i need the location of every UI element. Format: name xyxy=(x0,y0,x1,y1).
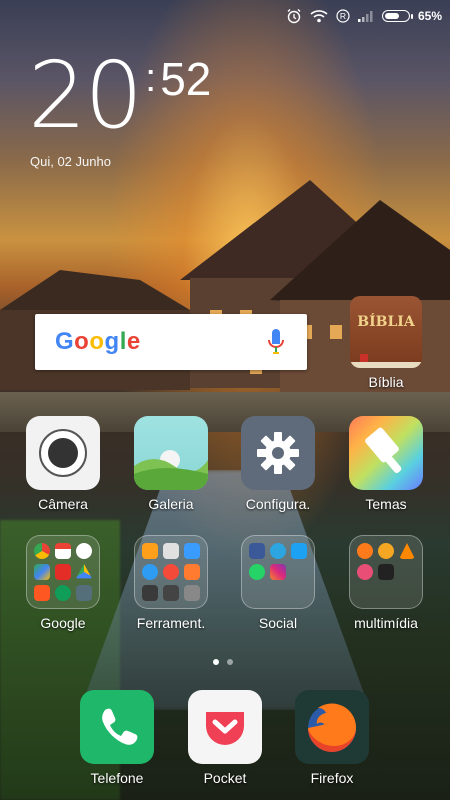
mic-icon[interactable] xyxy=(267,328,285,361)
mail-icon xyxy=(163,543,179,559)
settings-google-icon xyxy=(76,585,92,601)
page-dot-2[interactable] xyxy=(227,659,233,665)
app-label: Firefox xyxy=(310,770,354,786)
bible-pages-edge xyxy=(350,362,422,368)
folder-ferramentas-icons xyxy=(134,535,208,609)
pocket-icon xyxy=(188,690,262,764)
app-label: Pocket xyxy=(203,770,247,786)
page-dot-1[interactable] xyxy=(213,659,219,665)
google-logo-letter: o xyxy=(89,328,105,355)
chrome-icon xyxy=(34,543,50,559)
facebook-icon xyxy=(249,543,265,559)
signal-icon xyxy=(357,10,374,22)
google-logo-letter: e xyxy=(126,328,141,355)
notes-icon xyxy=(142,585,158,601)
dock-firefox[interactable]: Firefox xyxy=(287,690,377,786)
wifi-icon xyxy=(310,9,328,23)
folder-label: Google xyxy=(40,615,86,631)
folder-mini-icon xyxy=(184,585,200,601)
registered-icon: R xyxy=(336,9,350,23)
firefox-icon xyxy=(295,690,369,764)
youtube-icon xyxy=(55,564,71,580)
app-label: Galeria xyxy=(148,496,194,512)
gallery-icon xyxy=(134,416,208,490)
app-configuracoes[interactable]: Configura. xyxy=(233,416,323,512)
clock-hour: 20 xyxy=(28,42,143,149)
maps-icon xyxy=(34,564,50,580)
clock-colon: : xyxy=(145,56,157,100)
folder-google-icons xyxy=(26,535,100,609)
instagram-icon xyxy=(270,564,286,580)
compass-icon xyxy=(142,564,158,580)
mic-icon xyxy=(76,543,92,559)
svg-text:R: R xyxy=(340,11,346,21)
bible-tile-text: BÍBLIA xyxy=(357,314,415,330)
dock-pocket[interactable]: Pocket xyxy=(180,690,270,786)
google-logo-letter: o xyxy=(74,328,90,355)
podcast-icon xyxy=(357,543,373,559)
emoji-app-icon xyxy=(378,543,394,559)
google-logo-letter: l xyxy=(119,328,127,355)
recorder-icon xyxy=(163,564,179,580)
hangouts-icon xyxy=(55,585,71,601)
scanner-icon xyxy=(163,585,179,601)
gmail-icon xyxy=(55,543,71,559)
folder-multimidia-icons xyxy=(349,535,423,609)
phone-icon xyxy=(80,690,154,764)
folder-multimidia[interactable]: multimídia xyxy=(341,535,431,631)
folder-google[interactable]: Google xyxy=(18,535,108,631)
app-label: Telefone xyxy=(90,770,144,786)
folder-social[interactable]: Social xyxy=(233,535,323,631)
whatsapp-icon xyxy=(249,564,265,580)
page-indicator xyxy=(213,659,233,665)
bible-icon: BÍBLIA xyxy=(350,296,422,368)
twitter-icon xyxy=(291,543,307,559)
camera-lens-inner xyxy=(48,438,78,468)
camera-icon xyxy=(26,416,100,490)
flickr-icon xyxy=(378,564,394,580)
gear-icon xyxy=(241,416,315,490)
folder-label: Ferrament. xyxy=(136,615,206,631)
app-camera[interactable]: Câmera xyxy=(18,416,108,512)
app-label: Bíblia xyxy=(368,374,404,390)
folder-label: multimídia xyxy=(354,615,418,631)
app-label: Câmera xyxy=(38,496,88,512)
folder-social-icons xyxy=(241,535,315,609)
google-logo-letter: G xyxy=(55,328,75,355)
clock-app-icon xyxy=(142,543,158,559)
clock-minute: 52 xyxy=(160,53,212,105)
google-logo: Google xyxy=(55,328,141,356)
calculator-icon xyxy=(184,564,200,580)
themes-brush-icon xyxy=(349,416,423,490)
app-galeria[interactable]: Galeria xyxy=(126,416,216,512)
status-bar: R 65% xyxy=(286,6,442,26)
battery-icon xyxy=(381,10,413,22)
alarm-icon xyxy=(286,8,302,24)
drive-icon xyxy=(76,564,92,579)
music-icon xyxy=(357,564,373,580)
google-search-widget[interactable]: Google xyxy=(35,314,307,370)
app-temas[interactable]: Temas xyxy=(341,416,431,512)
battery-percent: 65% xyxy=(417,9,442,23)
google-logo-letter: g xyxy=(104,328,120,355)
telegram-icon xyxy=(270,543,286,559)
app-label: Configura. xyxy=(245,496,311,512)
dock-telefone[interactable]: Telefone xyxy=(72,690,162,786)
app-label: Temas xyxy=(365,496,407,512)
date-label: Qui, 02 Junho xyxy=(30,154,111,169)
folder-label: Social xyxy=(258,615,298,631)
upload-icon xyxy=(184,543,200,559)
vlc-icon xyxy=(399,543,415,559)
play-music-icon xyxy=(34,585,50,601)
app-biblia[interactable]: BÍBLIA Bíblia xyxy=(341,296,431,390)
clock-widget[interactable]: 20 : 52 xyxy=(28,50,211,142)
folder-ferramentas[interactable]: Ferrament. xyxy=(126,535,216,631)
